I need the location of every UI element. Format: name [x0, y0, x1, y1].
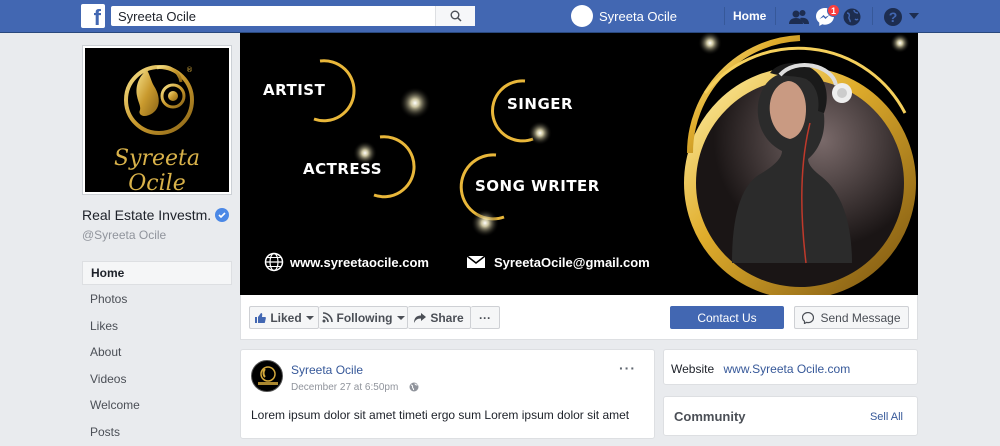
message-bubble-icon	[802, 312, 814, 324]
profile-picture[interactable]: ® Syreeta Ocile	[82, 45, 232, 195]
page-name-text: Real Estate Investm.	[82, 207, 211, 223]
search-box[interactable]	[111, 6, 475, 26]
cover-word-song-writer: SONG WRITER	[475, 177, 600, 195]
following-button[interactable]: Following	[319, 306, 408, 329]
post-timestamp[interactable]: December 27 at 6:50pm	[291, 382, 398, 393]
post-author-avatar[interactable]	[251, 360, 283, 392]
send-message-button[interactable]: Send Message	[794, 306, 909, 329]
cover-word-singer: SINGER	[507, 95, 573, 113]
post-options-button[interactable]: ···	[619, 360, 636, 376]
thumbs-up-icon	[254, 312, 266, 324]
nav-item-photos[interactable]: Photos	[82, 287, 232, 314]
globe-icon	[264, 252, 284, 272]
following-label: Following	[337, 311, 393, 325]
nav-item-likes[interactable]: Likes	[82, 314, 232, 341]
share-arrow-icon	[414, 313, 426, 323]
liked-label: Liked	[270, 311, 301, 325]
cover-word-actress: ACTRESS	[303, 160, 382, 178]
chevron-down-icon[interactable]	[908, 11, 920, 21]
community-box: Community Sell All	[663, 396, 918, 436]
nav-item-home[interactable]: Home	[82, 261, 232, 285]
profile-name: Syreeta Ocile	[599, 9, 677, 24]
search-icon	[450, 10, 462, 22]
help-icon[interactable]: ?	[883, 7, 903, 27]
website-link[interactable]: www.Syreeta Ocile.com	[723, 362, 850, 376]
svg-text:?: ?	[889, 9, 898, 25]
liked-button[interactable]: Liked	[249, 306, 319, 329]
notifications-globe-icon[interactable]	[842, 7, 862, 27]
svg-text:®: ®	[186, 66, 193, 74]
divider	[775, 7, 776, 25]
post-author-name[interactable]: Syreeta Ocile	[291, 363, 363, 377]
top-navigation-bar: f Syreeta Ocile Home 1 ?	[0, 0, 1000, 33]
post-body-text: Lorem ipsum dolor sit amet timeti ergo s…	[251, 408, 629, 422]
website-label: Website	[671, 362, 714, 376]
verified-badge-icon	[215, 208, 229, 222]
facebook-logo-icon[interactable]: f	[81, 4, 105, 28]
nav-item-welcome[interactable]: Welcome	[82, 393, 232, 420]
public-globe-icon	[409, 382, 419, 392]
nav-item-videos[interactable]: Videos	[82, 367, 232, 394]
search-input[interactable]	[111, 6, 431, 26]
send-message-label: Send Message	[820, 311, 900, 325]
community-see-all-link[interactable]: Sell All	[870, 411, 903, 423]
left-column: ® Syreeta Ocile Real Estate Investm. @Sy…	[82, 45, 232, 446]
contact-us-button[interactable]: Contact Us	[670, 306, 784, 329]
page-action-bar: Liked Following Share ··· Contact Us Sen…	[240, 295, 918, 340]
home-link[interactable]: Home	[733, 9, 766, 23]
logo-text: Syreeta Ocile	[85, 146, 229, 192]
nav-item-posts[interactable]: Posts	[82, 420, 232, 446]
divider	[872, 7, 873, 25]
cover-email: SyreetaOcile@gmail.com	[494, 255, 650, 270]
rss-icon	[322, 312, 333, 323]
logo-image: ® Syreeta Ocile	[85, 48, 229, 192]
left-page-nav: Home Photos Likes About Videos Welcome P…	[82, 261, 232, 446]
share-label: Share	[430, 311, 463, 325]
search-button[interactable]	[435, 6, 475, 26]
share-button[interactable]: Share	[408, 306, 471, 329]
messages-badge: 1	[827, 4, 840, 17]
caret-down-icon	[306, 315, 314, 321]
avatar	[571, 5, 593, 27]
caret-down-icon	[397, 315, 405, 321]
more-options-button[interactable]: ···	[471, 306, 500, 329]
email-icon	[466, 255, 486, 269]
profile-link[interactable]: Syreeta Ocile	[571, 4, 677, 28]
post-card: Syreeta Ocile December 27 at 6:50pm ··· …	[240, 349, 655, 439]
website-info-box: Website www.Syreeta Ocile.com	[663, 349, 918, 385]
cover-website: www.syreetaocile.com	[290, 255, 429, 270]
nav-item-about[interactable]: About	[82, 340, 232, 367]
page-title: Real Estate Investm.	[82, 207, 232, 223]
cover-word-artist: ARTIST	[263, 81, 325, 99]
cover-photo[interactable]: ARTIST SINGER ACTRESS SONG WRITER www.sy…	[240, 33, 918, 295]
friend-requests-icon[interactable]	[789, 7, 809, 27]
divider	[724, 7, 725, 25]
page-handle[interactable]: @Syreeta Ocile	[82, 228, 232, 242]
community-title: Community	[674, 409, 746, 424]
